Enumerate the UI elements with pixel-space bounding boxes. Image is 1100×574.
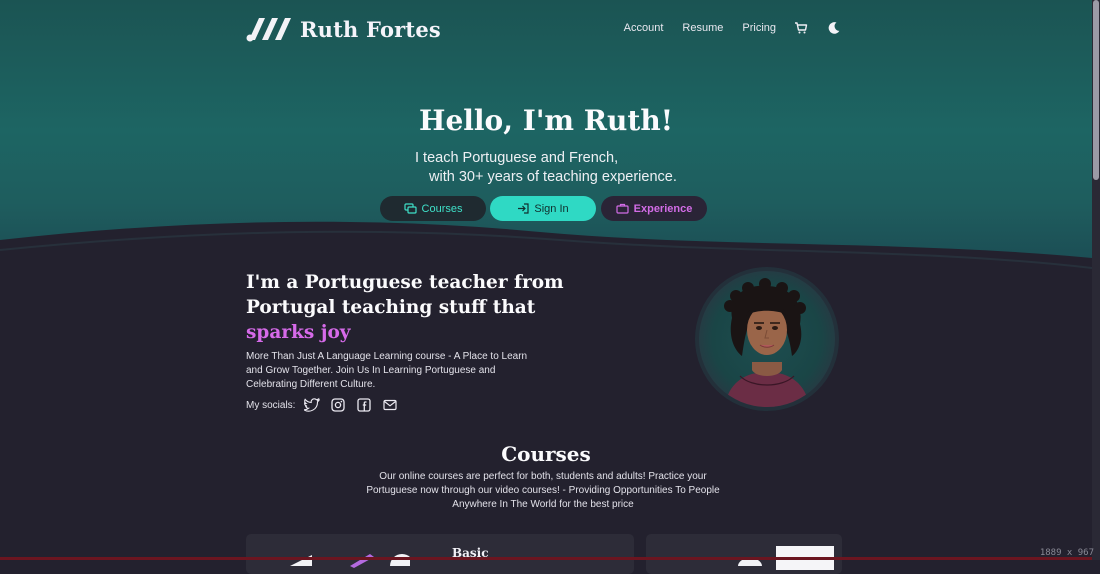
about-heading-highlight: sparks joy bbox=[246, 322, 351, 343]
hero-subtitle-line1: I teach Portuguese and French, bbox=[415, 150, 619, 166]
sign-in-button-label: Sign In bbox=[534, 202, 569, 215]
brand-name[interactable]: Ruth Fortes bbox=[300, 17, 441, 42]
about-heading-text: I'm a Portuguese teacher from Portugal t… bbox=[246, 272, 564, 318]
instagram-icon[interactable] bbox=[330, 397, 346, 413]
courses-heading: Courses bbox=[501, 442, 591, 466]
moon-icon[interactable] bbox=[826, 20, 842, 36]
courses-button[interactable]: Courses bbox=[380, 196, 486, 221]
window-dimensions-label: 1889 x 967 bbox=[1039, 548, 1094, 558]
courses-description: Our online courses are perfect for both,… bbox=[366, 471, 720, 510]
socials-label: My socials: bbox=[246, 399, 296, 411]
hero-subtitle-line2: with 30+ years of teaching experience. bbox=[429, 169, 677, 185]
course-card[interactable]: Basic bbox=[246, 534, 634, 574]
mail-icon[interactable] bbox=[382, 397, 398, 413]
course-card[interactable] bbox=[646, 534, 842, 574]
socials-row: My socials: bbox=[246, 397, 408, 413]
cart-icon[interactable] bbox=[793, 20, 809, 36]
experience-button[interactable]: Experience bbox=[601, 196, 707, 221]
top-navigation: Ruth Fortes Account Resume Pricing bbox=[246, 12, 842, 48]
about-heading: I'm a Portuguese teacher from Portugal t… bbox=[246, 270, 566, 345]
nav-links: Account Resume Pricing bbox=[605, 20, 842, 36]
sign-in-button[interactable]: Sign In bbox=[490, 196, 596, 221]
nav-link-account[interactable]: Account bbox=[624, 22, 664, 34]
experience-button-label: Experience bbox=[633, 202, 693, 215]
nav-link-resume[interactable]: Resume bbox=[682, 22, 723, 34]
logo-icon[interactable] bbox=[246, 14, 292, 44]
facebook-icon[interactable] bbox=[356, 397, 372, 413]
scrollbar-thumb[interactable] bbox=[1093, 0, 1099, 180]
twitter-icon[interactable] bbox=[304, 397, 321, 413]
sign-in-icon bbox=[518, 203, 529, 214]
briefcase-icon bbox=[616, 203, 629, 214]
courses-icon bbox=[403, 203, 417, 214]
teacher-avatar bbox=[695, 267, 839, 411]
scrollbar[interactable] bbox=[1092, 0, 1100, 560]
hero-title: Hello, I'm Ruth! bbox=[419, 104, 673, 137]
courses-button-label: Courses bbox=[421, 202, 463, 215]
nav-link-pricing[interactable]: Pricing bbox=[742, 22, 776, 34]
about-description: More Than Just A Language Learning cours… bbox=[246, 351, 528, 390]
